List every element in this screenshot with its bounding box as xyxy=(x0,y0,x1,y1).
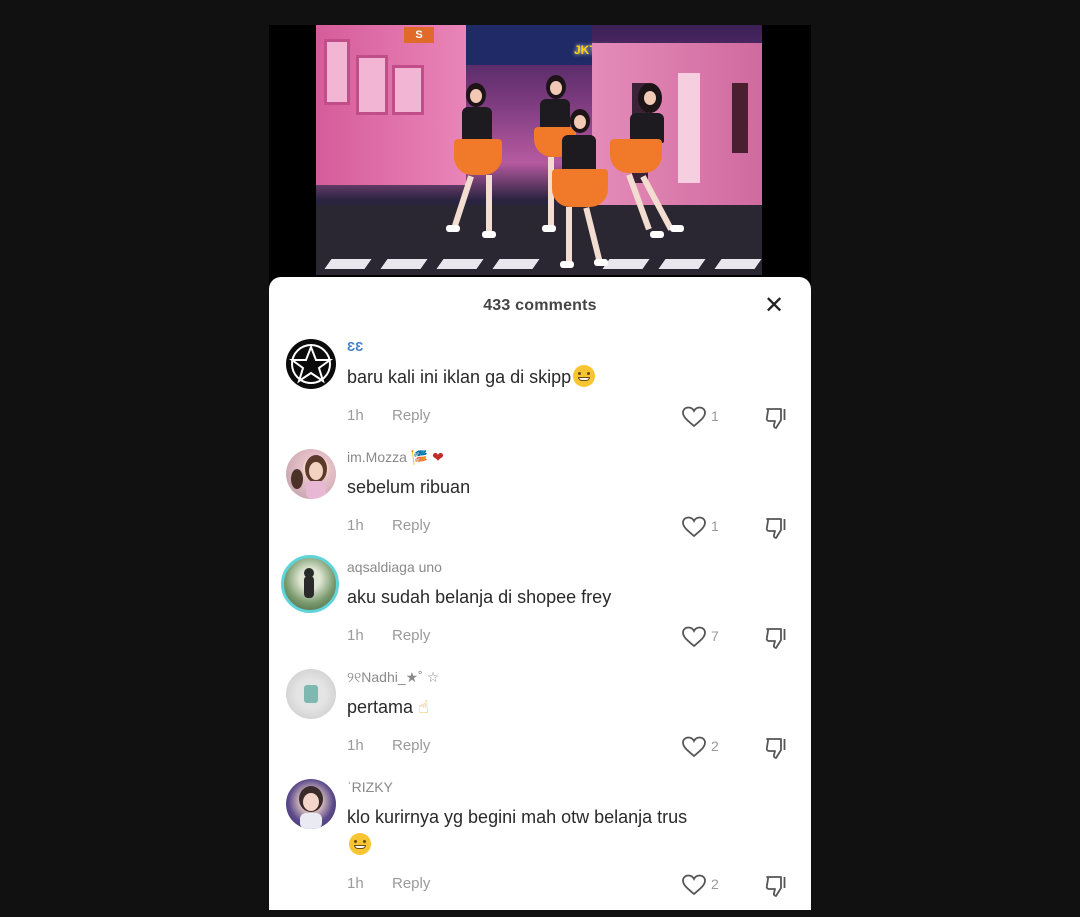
reply-button[interactable]: Reply xyxy=(392,407,430,424)
comment-text-content: baru kali ini iklan ga di skipp xyxy=(347,367,572,387)
dislike-button[interactable] xyxy=(763,625,791,651)
thumbs-down-icon xyxy=(765,628,786,649)
heart-icon xyxy=(682,406,706,428)
comment-username-text: im.Mozza xyxy=(347,449,407,465)
like-count: 1 xyxy=(711,408,719,424)
dislike-button[interactable] xyxy=(763,735,791,761)
grinning-face-emoji xyxy=(349,833,371,855)
comment-text: baru kali ini iklan ga di skipp xyxy=(347,363,777,391)
comment-text-content: pertama xyxy=(347,697,414,717)
comment-time: 1h xyxy=(347,627,364,644)
pink-building-left xyxy=(316,25,466,185)
comment-username[interactable]: ƐƐ xyxy=(347,339,363,354)
comment-time: 1h xyxy=(347,407,364,424)
comments-sheet: 433 comments ✕ ƐƐ baru kali ini iklan ga… xyxy=(269,277,811,910)
like-count: 1 xyxy=(711,518,719,534)
comment-username[interactable]: ୨୧Nadhi_★˚ ☆ xyxy=(347,669,439,686)
like-button[interactable]: 1 xyxy=(681,405,729,429)
pin-icon: 🎏 xyxy=(410,449,429,465)
comments-count-title: 433 comments xyxy=(483,297,597,314)
heart-icon xyxy=(682,626,706,648)
close-icon[interactable]: ✕ xyxy=(759,291,789,321)
comment-username[interactable]: aqsaldiaga uno xyxy=(347,559,442,575)
thumbs-down-icon xyxy=(765,408,786,429)
girl-photo-avatar[interactable] xyxy=(286,779,336,829)
heart-icon xyxy=(682,874,706,896)
comment-text: aku sudah belanja di shopee frey xyxy=(347,587,612,607)
dancer-figure xyxy=(446,83,516,253)
like-count: 2 xyxy=(711,876,719,892)
grinning-face-emoji xyxy=(573,365,596,387)
comment-text-content: klo kurirnya yg begini mah otw belanja t… xyxy=(347,807,688,827)
like-button[interactable]: 1 xyxy=(681,515,729,539)
comment-text: klo kurirnya yg begini mah otw belanja t… xyxy=(347,803,777,859)
pointing-finger-emoji: ☝ xyxy=(418,697,430,717)
reply-button[interactable]: Reply xyxy=(392,737,430,754)
like-button[interactable]: 7 xyxy=(681,625,729,649)
thumbs-down-icon xyxy=(765,518,786,539)
comment-username[interactable]: im.Mozza 🎏 ❤ xyxy=(347,449,444,466)
gray-avatar[interactable] xyxy=(286,669,336,719)
like-button[interactable]: 2 xyxy=(681,873,729,897)
girl-photo-avatar[interactable] xyxy=(286,449,336,499)
reply-button[interactable]: Reply xyxy=(392,627,430,644)
store-sign: S xyxy=(404,27,434,43)
comment-username[interactable]: ˈRIZKY xyxy=(347,779,393,795)
phone-screen: S JKT48 xyxy=(269,25,811,910)
reply-button[interactable]: Reply xyxy=(392,875,430,892)
heart-icon xyxy=(682,736,706,758)
heart-icon xyxy=(682,516,706,538)
video-player[interactable]: S JKT48 xyxy=(269,25,811,287)
video-frame[interactable]: S JKT48 xyxy=(316,25,762,275)
comment-time: 1h xyxy=(347,737,364,754)
like-count: 7 xyxy=(711,628,719,644)
dislike-button[interactable] xyxy=(763,405,791,431)
heart-decoration-icon: ❤ xyxy=(432,449,444,465)
comment-text: pertama ☝ xyxy=(347,693,777,721)
thumbs-down-icon xyxy=(765,738,786,759)
dancer-figure xyxy=(608,83,688,253)
comment-text: sebelum ribuan xyxy=(347,477,471,497)
thumbs-down-icon xyxy=(765,876,786,897)
comment-time: 1h xyxy=(347,875,364,892)
like-button[interactable]: 2 xyxy=(681,735,729,759)
reply-button[interactable]: Reply xyxy=(392,517,430,534)
like-count: 2 xyxy=(711,738,719,754)
dislike-button[interactable] xyxy=(763,873,791,899)
pentagram-avatar[interactable] xyxy=(286,339,336,389)
comment-time: 1h xyxy=(347,517,364,534)
dislike-button[interactable] xyxy=(763,515,791,541)
outdoor-photo-avatar[interactable] xyxy=(281,555,339,613)
